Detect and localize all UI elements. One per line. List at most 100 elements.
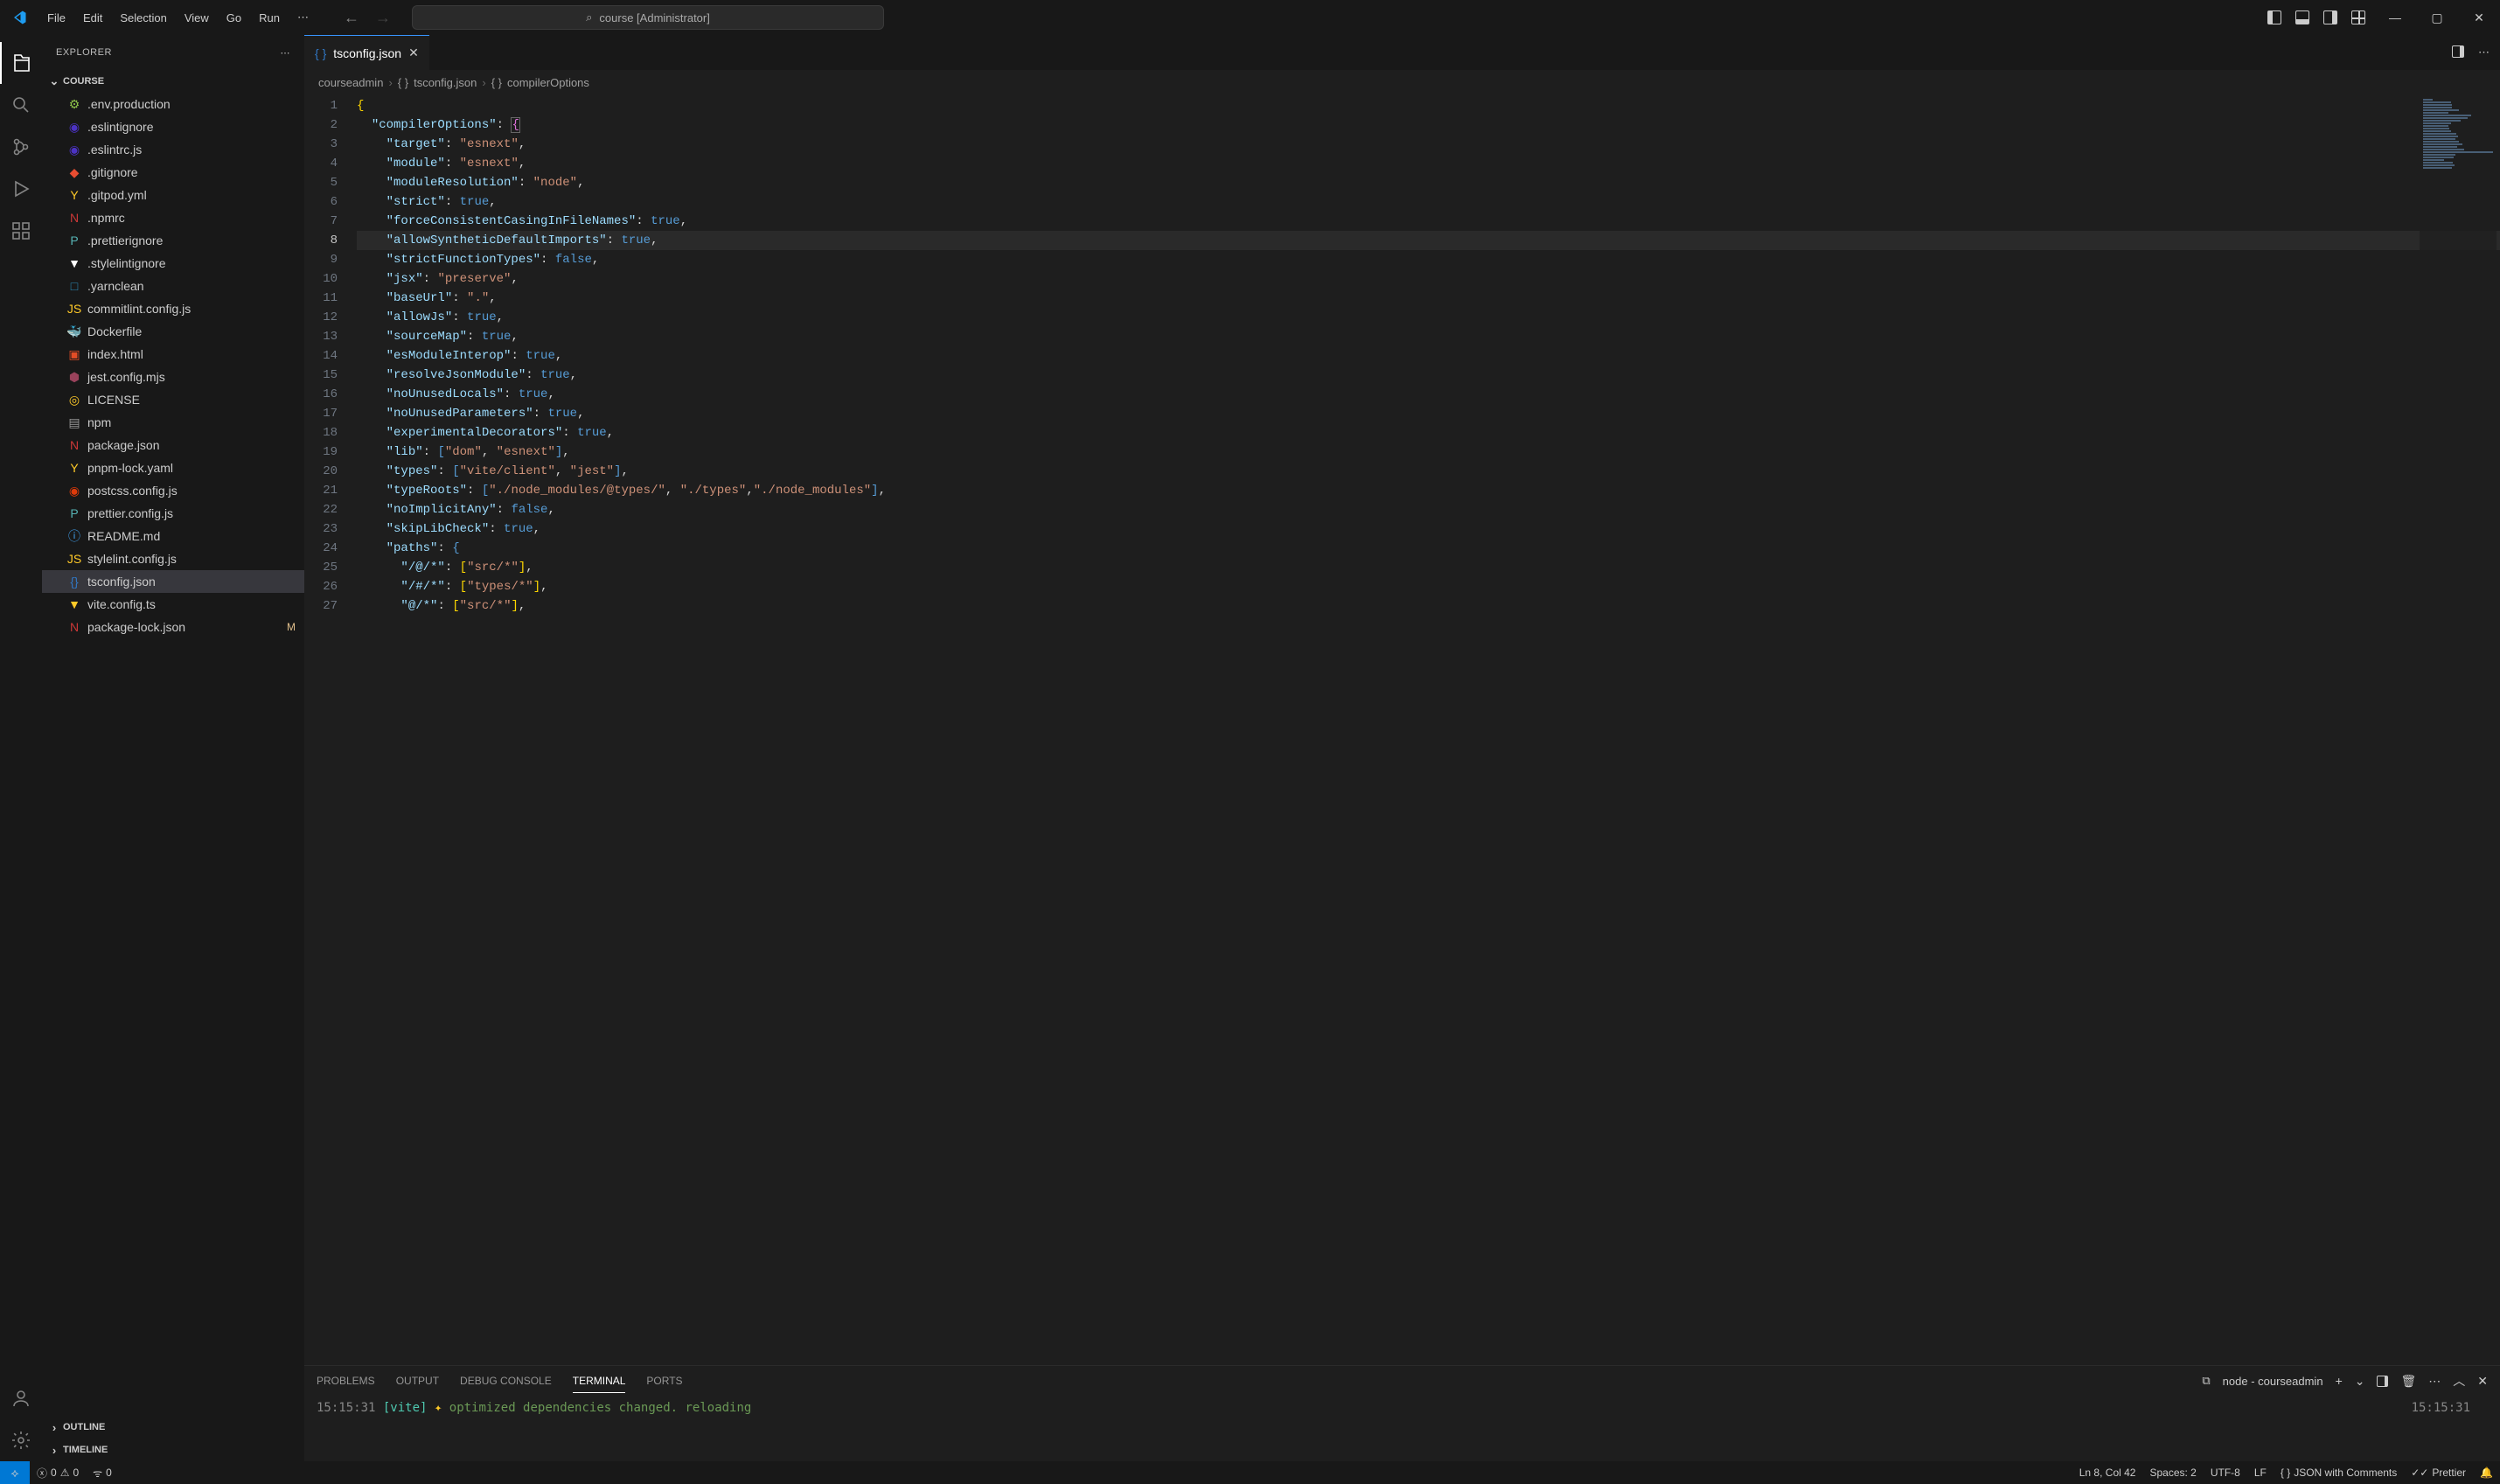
file-item[interactable]: {}tsconfig.json — [42, 570, 304, 593]
file-item[interactable]: JScommitlint.config.js — [42, 297, 304, 320]
code-line[interactable]: "strictFunctionTypes": false, — [357, 250, 2500, 269]
file-item[interactable]: ▤npm — [42, 411, 304, 434]
code-line[interactable]: "strict": true, — [357, 192, 2500, 212]
explorer-folder-header[interactable]: ⌄ COURSE — [42, 70, 304, 93]
status-cursor-position[interactable]: Ln 8, Col 42 — [2072, 1461, 2143, 1484]
file-tree[interactable]: ⚙.env.production◉.eslintignore◉.eslintrc… — [42, 93, 304, 1416]
new-terminal-icon[interactable]: + — [2336, 1374, 2343, 1388]
editor-more-icon[interactable]: ⋯ — [2478, 45, 2490, 59]
menu-overflow-icon[interactable]: ⋯ — [289, 5, 317, 30]
file-item[interactable]: ◆.gitignore — [42, 161, 304, 184]
timeline-header[interactable]: › TIMELINE — [42, 1439, 304, 1461]
status-encoding[interactable]: UTF-8 — [2204, 1461, 2247, 1484]
activity-accounts-icon[interactable] — [0, 1377, 42, 1419]
status-notifications[interactable]: 🔔 — [2473, 1461, 2500, 1484]
breadcrumb[interactable]: courseadmin › { } tsconfig.json › { } co… — [304, 70, 2500, 94]
tab-close-icon[interactable]: ✕ — [408, 45, 419, 60]
maximize-button[interactable]: ▢ — [2416, 0, 2458, 35]
code-line[interactable]: "@/*": ["src/*"], — [357, 596, 2500, 616]
command-center[interactable]: ⌕ course [Administrator] — [412, 5, 884, 30]
file-item[interactable]: Npackage-lock.jsonM — [42, 616, 304, 638]
editor-tab-tsconfig[interactable]: { } tsconfig.json ✕ — [304, 35, 429, 70]
code-line[interactable]: "noImplicitAny": false, — [357, 500, 2500, 519]
code-line[interactable]: "sourceMap": true, — [357, 327, 2500, 346]
status-indentation[interactable]: Spaces: 2 — [2142, 1461, 2203, 1484]
outline-header[interactable]: › OUTLINE — [42, 1416, 304, 1439]
status-language-mode[interactable]: { } JSON with Comments — [2274, 1461, 2404, 1484]
terminal-dropdown-icon[interactable]: ⌄ — [2355, 1374, 2365, 1389]
file-item[interactable]: Pprettier.config.js — [42, 502, 304, 525]
code-line[interactable]: "skipLibCheck": true, — [357, 519, 2500, 539]
minimize-button[interactable]: — — [2374, 0, 2416, 35]
remote-indicator[interactable]: ⟡ — [0, 1461, 30, 1484]
file-item[interactable]: □.yarnclean — [42, 275, 304, 297]
code-line[interactable]: "experimentalDecorators": true, — [357, 423, 2500, 442]
file-item[interactable]: N.npmrc — [42, 206, 304, 229]
status-problems[interactable]: ⓧ 0 ⚠ 0 — [30, 1461, 86, 1484]
code-line[interactable]: "baseUrl": ".", — [357, 289, 2500, 308]
file-item[interactable]: ⓘREADME.md — [42, 525, 304, 547]
split-terminal-icon[interactable] — [2377, 1376, 2388, 1387]
menu-file[interactable]: File — [38, 6, 74, 30]
code-line[interactable]: "typeRoots": ["./node_modules/@types/", … — [357, 481, 2500, 500]
file-item[interactable]: ⚙.env.production — [42, 93, 304, 115]
code-line[interactable]: "target": "esnext", — [357, 135, 2500, 154]
file-item[interactable]: ◉.eslintignore — [42, 115, 304, 138]
file-item[interactable]: ◉.eslintrc.js — [42, 138, 304, 161]
breadcrumb-root[interactable]: courseadmin — [318, 76, 383, 89]
code-line[interactable]: "forceConsistentCasingInFileNames": true… — [357, 212, 2500, 231]
panel-tab-ports[interactable]: PORTS — [646, 1369, 682, 1392]
file-item[interactable]: JSstylelint.config.js — [42, 547, 304, 570]
code-line[interactable]: "/#/*": ["types/*"], — [357, 577, 2500, 596]
menu-edit[interactable]: Edit — [74, 6, 111, 30]
code-line[interactable]: "lib": ["dom", "esnext"], — [357, 442, 2500, 462]
code-line[interactable]: "moduleResolution": "node", — [357, 173, 2500, 192]
minimap[interactable] — [2420, 98, 2497, 273]
file-item[interactable]: Y.gitpod.yml — [42, 184, 304, 206]
code-line[interactable]: "noUnusedParameters": true, — [357, 404, 2500, 423]
editor-body[interactable]: 1234567891011121314151617181920212223242… — [304, 94, 2500, 1365]
file-item[interactable]: Ypnpm-lock.yaml — [42, 456, 304, 479]
file-item[interactable]: ▣index.html — [42, 343, 304, 366]
activity-run-debug-icon[interactable] — [0, 168, 42, 210]
status-eol[interactable]: LF — [2247, 1461, 2274, 1484]
code-line[interactable]: "noUnusedLocals": true, — [357, 385, 2500, 404]
panel-tab-output[interactable]: OUTPUT — [396, 1369, 439, 1392]
file-item[interactable]: Npackage.json — [42, 434, 304, 456]
menu-go[interactable]: Go — [218, 6, 250, 30]
code-line[interactable]: "resolveJsonModule": true, — [357, 366, 2500, 385]
file-item[interactable]: ◉postcss.config.js — [42, 479, 304, 502]
panel-more-icon[interactable]: ⋯ — [2428, 1374, 2441, 1389]
terminal-output[interactable]: 15:15:31 [vite] ✦ optimized dependencies… — [304, 1396, 2500, 1461]
file-item[interactable]: 🐳Dockerfile — [42, 320, 304, 343]
file-item[interactable]: ▼vite.config.ts — [42, 593, 304, 616]
close-button[interactable]: ✕ — [2458, 0, 2500, 35]
close-panel-icon[interactable]: ✕ — [2477, 1374, 2488, 1389]
toggle-secondary-sidebar-icon[interactable] — [2323, 10, 2337, 24]
panel-tab-debug-console[interactable]: DEBUG CONSOLE — [460, 1369, 552, 1392]
code-line[interactable]: "types": ["vite/client", "jest"], — [357, 462, 2500, 481]
code-line[interactable]: "compilerOptions": { — [357, 115, 2500, 135]
code-content[interactable]: { "compilerOptions": { "target": "esnext… — [357, 94, 2500, 1365]
split-editor-icon[interactable] — [2452, 45, 2464, 58]
terminal-title[interactable]: node - courseadmin — [2223, 1375, 2323, 1388]
activity-settings-icon[interactable] — [0, 1419, 42, 1461]
code-line[interactable]: "jsx": "preserve", — [357, 269, 2500, 289]
status-ports[interactable]: ᯤ 0 — [86, 1461, 119, 1484]
menu-view[interactable]: View — [176, 6, 218, 30]
activity-search-icon[interactable] — [0, 84, 42, 126]
nav-back-icon[interactable]: ← — [344, 9, 359, 27]
breadcrumb-symbol[interactable]: compilerOptions — [507, 76, 589, 89]
customize-layout-icon[interactable] — [2351, 10, 2365, 24]
panel-tab-problems[interactable]: PROBLEMS — [317, 1369, 375, 1392]
breadcrumb-file[interactable]: tsconfig.json — [414, 76, 477, 89]
code-line[interactable]: "paths": { — [357, 539, 2500, 558]
file-item[interactable]: ▼.stylelintignore — [42, 252, 304, 275]
maximize-panel-icon[interactable]: ︿ — [2453, 1372, 2465, 1390]
nav-forward-icon[interactable]: → — [375, 9, 391, 27]
kill-terminal-icon[interactable]: 🗑 — [2400, 1374, 2416, 1389]
file-item[interactable]: P.prettierignore — [42, 229, 304, 252]
code-line[interactable]: "module": "esnext", — [357, 154, 2500, 173]
file-item[interactable]: ⬢jest.config.mjs — [42, 366, 304, 388]
activity-extensions-icon[interactable] — [0, 210, 42, 252]
